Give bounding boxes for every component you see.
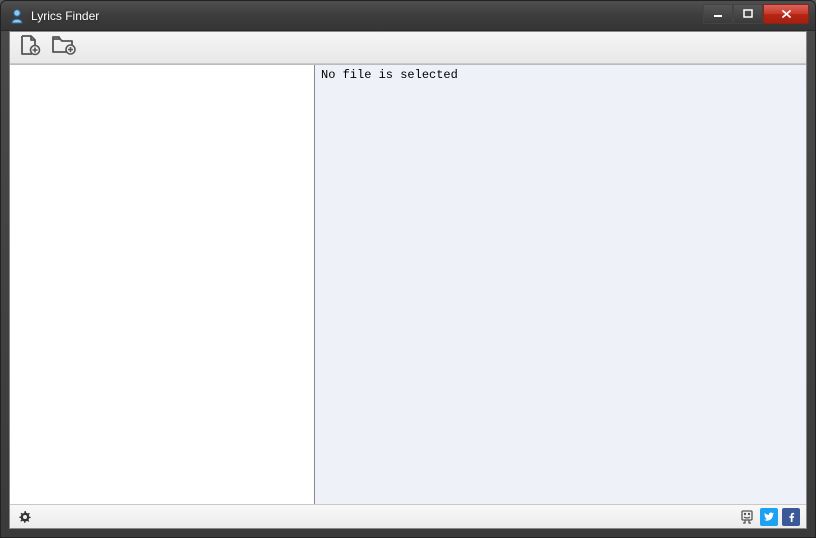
- client-area: No file is selected: [9, 31, 807, 529]
- add-folder-icon: [51, 34, 77, 61]
- settings-button[interactable]: [16, 508, 34, 526]
- minimize-button[interactable]: [703, 4, 733, 24]
- facebook-icon: [785, 511, 797, 523]
- close-button[interactable]: [763, 4, 809, 24]
- twitter-button[interactable]: [760, 508, 778, 526]
- add-file-icon: [18, 34, 42, 61]
- titlebar[interactable]: Lyrics Finder: [1, 1, 815, 31]
- share-icon: [739, 509, 755, 525]
- window-title: Lyrics Finder: [31, 9, 703, 23]
- twitter-icon: [763, 511, 775, 523]
- toolbar: [10, 32, 806, 64]
- add-file-button[interactable]: [16, 35, 44, 61]
- app-window: Lyrics Finder: [0, 0, 816, 538]
- lyrics-pane: No file is selected: [315, 65, 806, 504]
- window-controls: [703, 7, 813, 24]
- statusbar: [10, 504, 806, 528]
- file-list-pane[interactable]: [10, 65, 315, 504]
- facebook-button[interactable]: [782, 508, 800, 526]
- add-folder-button[interactable]: [50, 35, 78, 61]
- maximize-button[interactable]: [733, 4, 763, 24]
- empty-state-message: No file is selected: [321, 68, 458, 82]
- share-button[interactable]: [738, 508, 756, 526]
- gear-icon: [18, 510, 32, 524]
- app-icon: [9, 8, 25, 24]
- main-content: No file is selected: [10, 64, 806, 504]
